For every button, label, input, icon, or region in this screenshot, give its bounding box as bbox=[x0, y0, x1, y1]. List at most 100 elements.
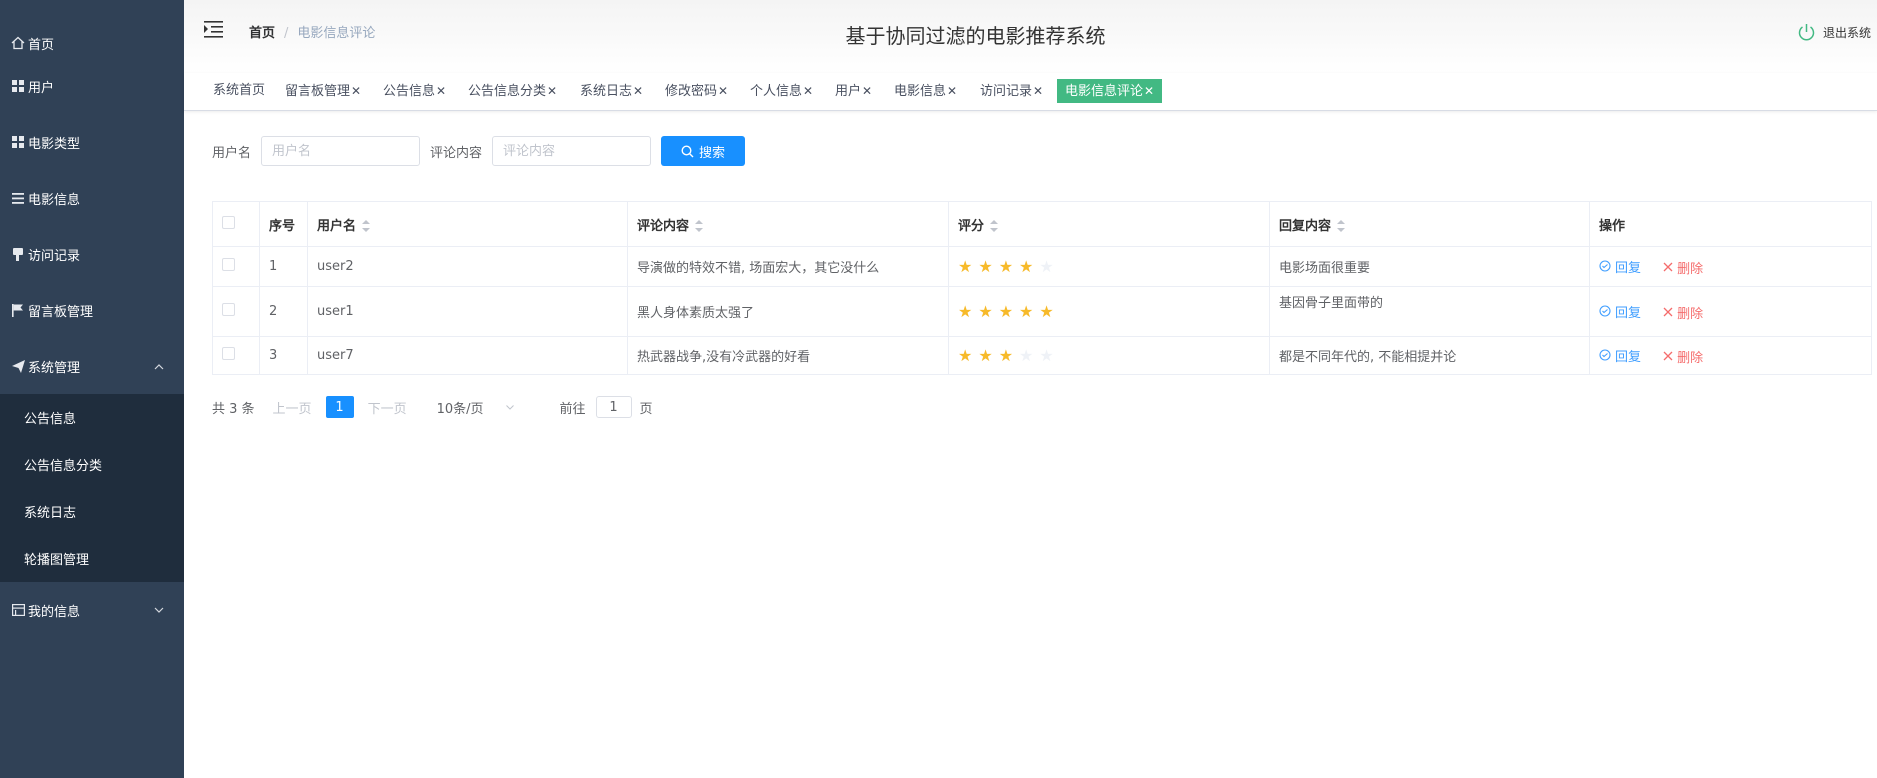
col-username[interactable]: 用户名 bbox=[307, 201, 628, 247]
tag-label: 个人信息 bbox=[750, 84, 803, 99]
cell-comment: 黑人身体素质太强了 bbox=[627, 286, 949, 337]
close-icon[interactable]: ✕ bbox=[633, 84, 643, 98]
sidebar-item-movie-info[interactable]: 电影信息 bbox=[0, 170, 184, 226]
star-empty-icon: ★ bbox=[1039, 345, 1054, 365]
cell-index: 1 bbox=[259, 246, 308, 287]
sidebar-item-users[interactable]: 用户 bbox=[0, 73, 184, 99]
cell-username: user2 bbox=[307, 246, 628, 287]
sort-icon[interactable] bbox=[1337, 220, 1346, 232]
sidebar-subitem-system-log[interactable]: 系统日志 bbox=[0, 488, 184, 535]
sort-icon[interactable] bbox=[990, 220, 999, 232]
star-empty-icon: ★ bbox=[1019, 345, 1034, 365]
page-number-active[interactable]: 1 bbox=[325, 396, 354, 418]
close-icon[interactable]: ✕ bbox=[436, 84, 446, 98]
thumb-icon bbox=[10, 246, 26, 262]
close-icon[interactable]: ✕ bbox=[351, 84, 361, 98]
search-button[interactable]: 搜索 bbox=[661, 136, 746, 166]
tag-users[interactable]: 用户✕ bbox=[834, 79, 873, 103]
close-icon[interactable]: ✕ bbox=[1144, 84, 1154, 98]
sidebar-item-my-info[interactable]: 我的信息 bbox=[0, 582, 184, 638]
sidebar-item-message-board[interactable]: 留言板管理 bbox=[0, 282, 184, 338]
sidebar-item-visit-log[interactable]: 访问记录 bbox=[0, 226, 184, 282]
tag-change-password[interactable]: 修改密码✕ bbox=[664, 79, 729, 103]
sort-icon[interactable] bbox=[362, 220, 371, 232]
star-filled-icon: ★ bbox=[958, 345, 973, 365]
next-page-button[interactable]: 下一页 bbox=[368, 398, 407, 417]
page-size-select[interactable]: 10条/页 bbox=[437, 398, 514, 417]
comment-input[interactable] bbox=[492, 136, 652, 166]
close-icon[interactable]: ✕ bbox=[547, 84, 557, 98]
close-icon[interactable]: ✕ bbox=[947, 84, 957, 98]
close-icon[interactable]: ✕ bbox=[1033, 84, 1043, 98]
tag-system-log[interactable]: 系统日志✕ bbox=[579, 79, 644, 103]
tag-movie-comments[interactable]: 电影信息评论✕ bbox=[1057, 79, 1163, 103]
reply-button[interactable]: 回复 bbox=[1599, 257, 1641, 276]
delete-label: 删除 bbox=[1677, 306, 1704, 322]
cell-reply: 都是不同年代的, 不能相提并论 bbox=[1269, 336, 1590, 375]
row-checkbox[interactable] bbox=[222, 303, 235, 316]
row-checkbox[interactable] bbox=[222, 347, 235, 360]
tag-visit-log[interactable]: 访问记录✕ bbox=[979, 79, 1044, 103]
comments-table: 序号 用户名 评论内容 评分 回复内容 操作 1 user2 导演做的特效不错,… bbox=[212, 201, 1872, 375]
rating-stars: ★ ★ ★ ★ ★ bbox=[958, 303, 1260, 320]
goto-suffix: 页 bbox=[639, 401, 653, 417]
rating-stars: ★ ★ ★ ★ ★ bbox=[958, 256, 1260, 276]
goto-label: 前往 bbox=[559, 401, 586, 417]
sidebar-item-system-management[interactable]: 系统管理 bbox=[0, 338, 184, 394]
sidebar: 首页 用户 电影类型 电影信息 访问记录 留言板管理 系统管理 公告信息 公告信… bbox=[0, 0, 184, 778]
sidebar-item-label: 首页 bbox=[28, 37, 55, 53]
page-title: 基于协同过滤的电影推荐系统 bbox=[845, 24, 1106, 48]
close-icon[interactable]: ✕ bbox=[803, 84, 813, 98]
tag-announcement-categories[interactable]: 公告信息分类✕ bbox=[467, 79, 558, 103]
logout-label: 退出系统 bbox=[1822, 26, 1871, 40]
sidebar-subitem-carousel[interactable]: 轮播图管理 bbox=[0, 535, 184, 582]
row-checkbox[interactable] bbox=[222, 258, 235, 271]
delete-button[interactable]: 删除 bbox=[1663, 347, 1703, 366]
sidebar-item-movie-types[interactable]: 电影类型 bbox=[0, 114, 184, 170]
rating-stars: ★ ★ ★ ★ ★ bbox=[958, 345, 1260, 365]
top-header: 首页 / 电影信息评论 基于协同过滤的电影推荐系统 退出系统 bbox=[184, 0, 1877, 73]
tag-home[interactable]: 系统首页 bbox=[212, 79, 266, 103]
chat-icon bbox=[1599, 260, 1611, 272]
pagination: 共 3 条 上一页 1 下一页 10条/页 前往 页 bbox=[212, 396, 653, 418]
chat-icon bbox=[1599, 305, 1611, 317]
page-size-value: 10条/页 bbox=[436, 401, 484, 417]
col-reply[interactable]: 回复内容 bbox=[1269, 201, 1590, 247]
sidebar-subitem-announcement-categories[interactable]: 公告信息分类 bbox=[0, 441, 184, 488]
prev-page-button[interactable]: 上一页 bbox=[273, 398, 312, 417]
delete-button[interactable]: 删除 bbox=[1663, 258, 1703, 277]
delete-button[interactable]: 删除 bbox=[1663, 303, 1703, 322]
col-comment[interactable]: 评论内容 bbox=[627, 201, 949, 247]
cell-comment: 热武器战争,没有冷武器的好看 bbox=[627, 336, 949, 375]
star-filled-icon: ★ bbox=[998, 256, 1014, 276]
tag-announcements[interactable]: 公告信息✕ bbox=[382, 79, 447, 103]
tag-personal-info[interactable]: 个人信息✕ bbox=[749, 79, 814, 103]
goto-page-input[interactable] bbox=[595, 396, 632, 418]
cell-comment: 导演做的特效不错, 场面宏大，其它没什么 bbox=[627, 246, 949, 287]
star-filled-icon: ★ bbox=[1019, 256, 1034, 276]
username-input[interactable] bbox=[261, 136, 421, 166]
chevron-down-icon bbox=[505, 404, 514, 410]
reply-button[interactable]: 回复 bbox=[1599, 346, 1641, 365]
tag-movie-info[interactable]: 电影信息✕ bbox=[893, 79, 958, 103]
tag-label: 系统首页 bbox=[213, 83, 266, 98]
home-icon bbox=[10, 35, 26, 51]
reply-button[interactable]: 回复 bbox=[1599, 302, 1641, 321]
col-index: 序号 bbox=[259, 201, 308, 247]
star-filled-icon: ★ bbox=[998, 345, 1014, 365]
tag-message-board[interactable]: 留言板管理✕ bbox=[284, 79, 362, 103]
sidebar-subitem-announcements[interactable]: 公告信息 bbox=[0, 394, 184, 441]
table-header-row: 序号 用户名 评论内容 评分 回复内容 操作 bbox=[212, 201, 1872, 247]
grid-icon bbox=[10, 78, 26, 94]
col-rating[interactable]: 评分 bbox=[948, 201, 1270, 247]
reply-label: 回复 bbox=[1615, 260, 1642, 276]
sort-icon[interactable] bbox=[695, 220, 704, 232]
tag-label: 电影信息评论 bbox=[1065, 84, 1144, 99]
sidebar-item-label: 用户 bbox=[28, 80, 55, 96]
logout-button[interactable]: 退出系统 bbox=[1797, 23, 1871, 42]
cell-index: 3 bbox=[259, 336, 308, 375]
close-icon[interactable]: ✕ bbox=[862, 84, 872, 98]
star-filled-icon: ★ bbox=[978, 256, 993, 276]
close-icon[interactable]: ✕ bbox=[718, 84, 728, 98]
select-all-checkbox[interactable] bbox=[222, 215, 235, 229]
